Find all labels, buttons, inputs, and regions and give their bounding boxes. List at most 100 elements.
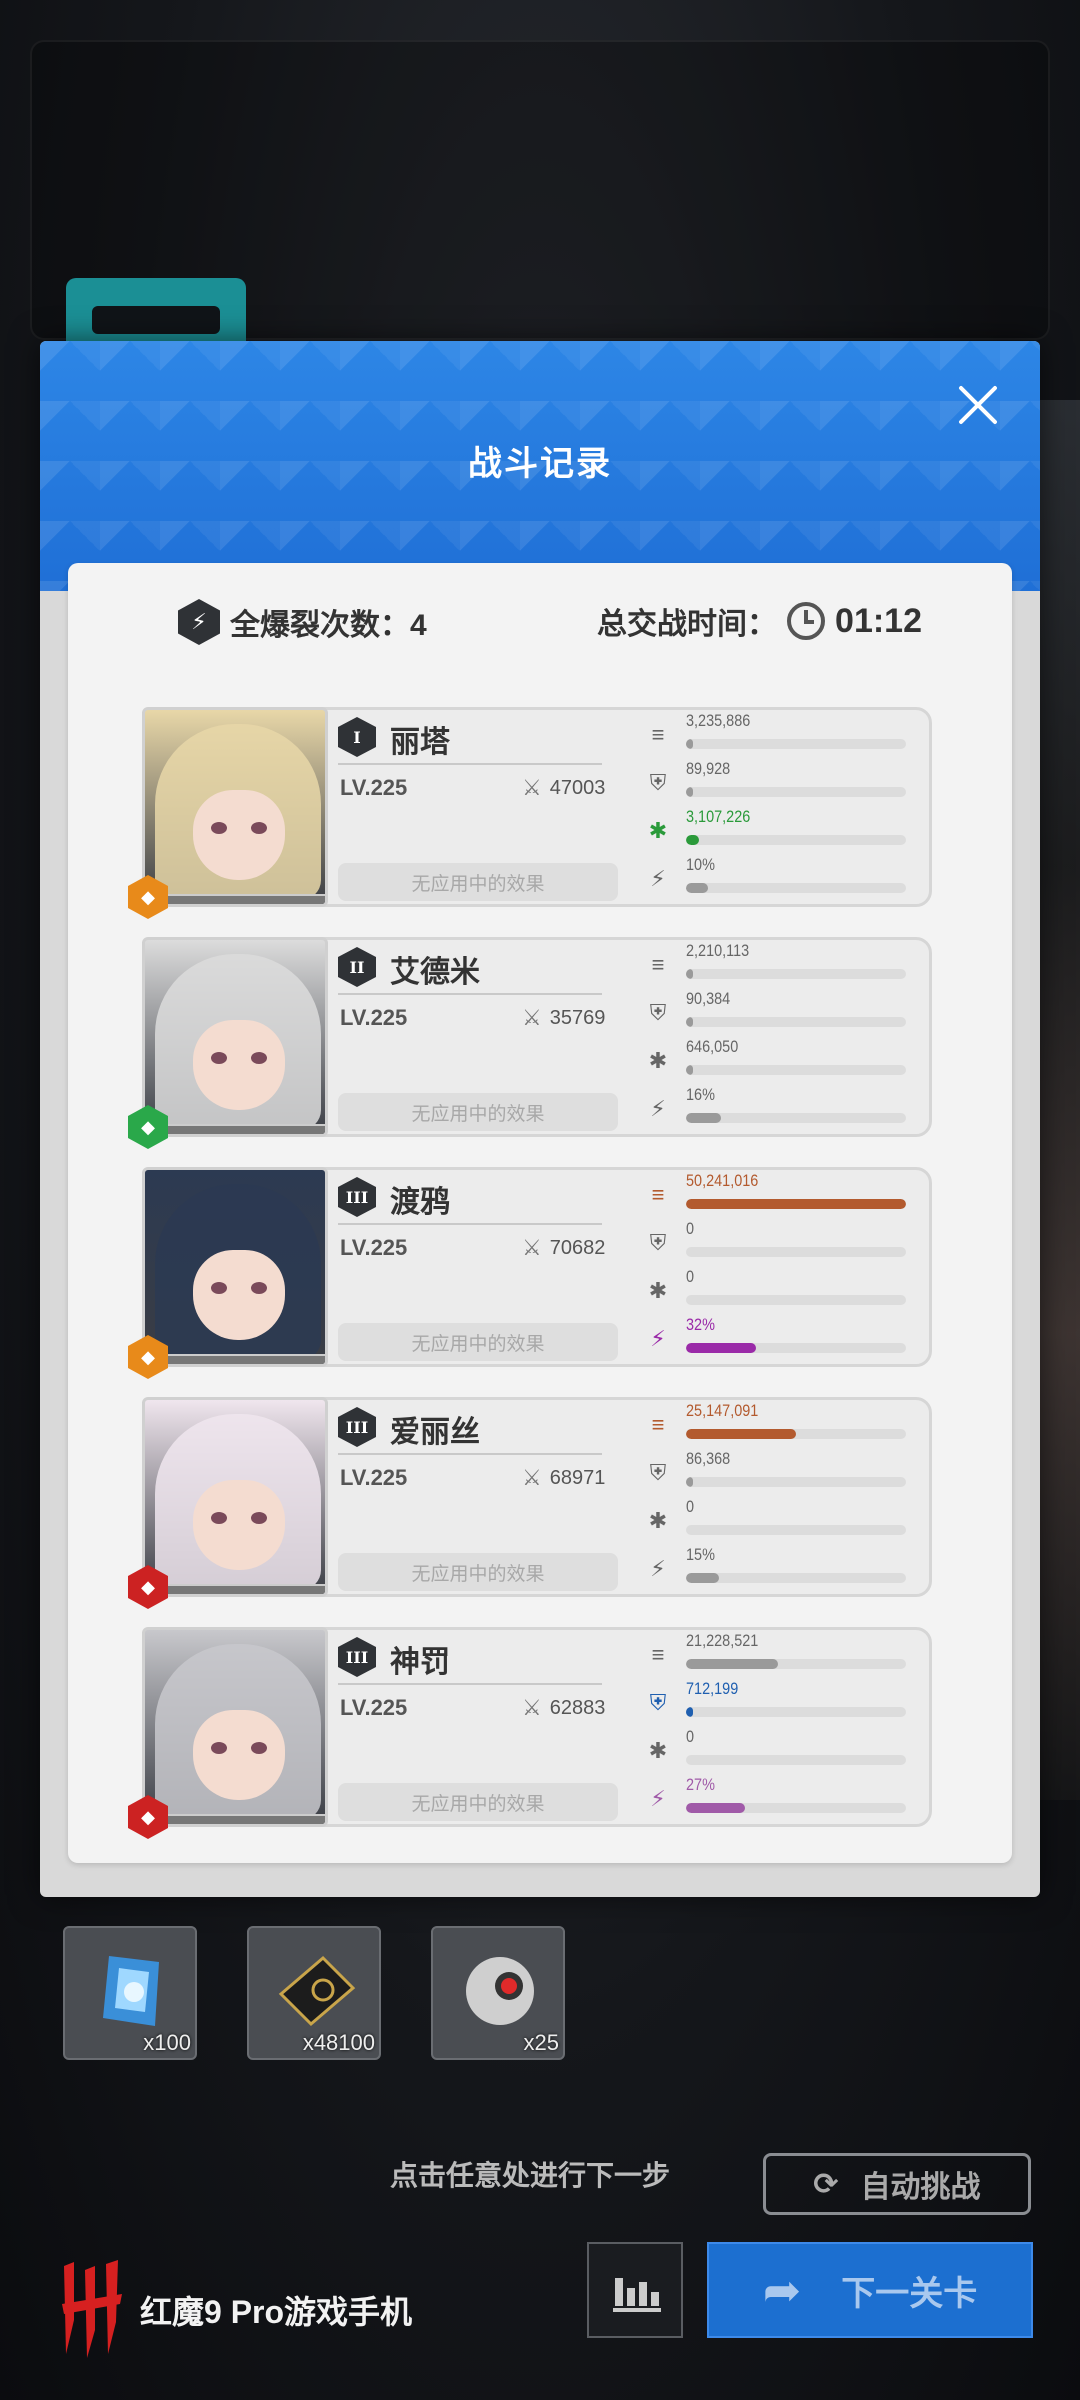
burst-gauge-icon: ⚡ <box>650 1786 666 1811</box>
stat-heal-bar <box>686 1065 906 1075</box>
damage-icon: ≡ <box>651 722 665 747</box>
character-portrait <box>142 1627 328 1827</box>
character-card[interactable]: ◆ III 神罚 LV.225 ⚔ 62883 无应用中的效果 ≡ 21,228… <box>128 1627 932 1839</box>
heal-icon: ✱ <box>648 1508 668 1533</box>
stat-damage: ≡ 3,235,886 <box>642 711 912 757</box>
stat-damage-value: 2,210,113 <box>686 941 750 960</box>
stat-shield: ⛨ 0 <box>642 1219 912 1265</box>
damage-icon: ≡ <box>651 1182 665 1207</box>
stat-heal: ✱ 3,107,226 <box>642 807 912 853</box>
stat-burst-value: 32% <box>686 1315 715 1334</box>
health-bar <box>165 1354 325 1364</box>
effects-status: 无应用中的效果 <box>338 1783 618 1821</box>
reward-item[interactable]: x100 <box>63 1926 197 2060</box>
character-card[interactable]: ◆ II 艾德米 LV.225 ⚔ 35769 无应用中的效果 ≡ 2,210,… <box>128 937 932 1149</box>
combat-power: ⚔ 68971 <box>522 1465 605 1491</box>
stat-heal-bar <box>686 1295 906 1305</box>
shield-icon: ⛨ <box>649 1690 667 1715</box>
close-button[interactable] <box>948 375 1008 435</box>
stat-damage-value: 50,241,016 <box>686 1171 759 1190</box>
device-watermark: 红魔9 Pro游戏手机 <box>60 2260 412 2360</box>
damage-icon: ≡ <box>651 952 665 977</box>
summary-row: ⚡ 全爆裂次数：4 总交战时间： 01:12 <box>68 599 1012 651</box>
character-name: 丽塔 <box>390 726 450 759</box>
heal-icon: ✱ <box>648 1048 668 1073</box>
character-portrait <box>142 707 328 907</box>
character-card[interactable]: ◆ I 丽塔 LV.225 ⚔ 47003 无应用中的效果 ≡ 3,235,88… <box>128 707 932 919</box>
burst-gauge-icon: ⚡ <box>650 1556 666 1581</box>
effects-status: 无应用中的效果 <box>338 863 618 901</box>
auto-challenge-button[interactable]: ⟳ 自动挑战 <box>763 2153 1031 2215</box>
dialog-title: 战斗记录 <box>468 445 612 483</box>
stat-burst-bar <box>686 883 906 893</box>
stat-burst: ⚡ 10% <box>642 855 912 901</box>
stat-heal-value: 0 <box>686 1727 695 1746</box>
next-stage-button[interactable]: ➦ 下一关卡 <box>707 2242 1033 2338</box>
forward-arrow-icon: ➦ <box>762 2264 802 2316</box>
red-magic-logo <box>62 2260 122 2358</box>
battle-time-value: 01:12 <box>835 601 922 640</box>
continue-hint: 点击任意处进行下一步 <box>390 2160 671 2191</box>
stat-damage-value: 21,228,521 <box>686 1631 759 1650</box>
stat-shield-bar <box>686 787 906 797</box>
crossed-swords-icon: ⚔ <box>522 1005 542 1030</box>
character-card[interactable]: ◆ III 渡鸦 LV.225 ⚔ 70682 无应用中的效果 ≡ 50,241… <box>128 1167 932 1379</box>
character-name: 神罚 <box>390 1646 450 1679</box>
health-bar <box>165 1124 325 1134</box>
crystal-icon <box>103 1956 159 2026</box>
character-level: LV.225 <box>340 1465 408 1490</box>
reward-item[interactable]: x48100 <box>247 1926 381 2060</box>
stat-heal: ✱ 0 <box>642 1727 912 1773</box>
shield-icon: ⛨ <box>649 1000 667 1025</box>
stat-shield-value: 89,928 <box>686 759 731 778</box>
combat-power-value: 35769 <box>549 1006 606 1029</box>
stat-shield: ⛨ 90,384 <box>642 989 912 1035</box>
bar-chart-icon <box>613 2278 661 2312</box>
statistics-button[interactable] <box>587 2242 683 2338</box>
health-bar <box>165 894 325 904</box>
combat-power: ⚔ 47003 <box>522 775 605 801</box>
stat-heal: ✱ 0 <box>642 1497 912 1543</box>
lightning-icon: ⚡ <box>178 599 220 645</box>
damage-icon: ≡ <box>651 1412 665 1437</box>
character-portrait <box>142 1397 328 1597</box>
health-bar <box>165 1814 325 1824</box>
character-level: LV.225 <box>340 1005 408 1030</box>
heal-icon: ✱ <box>648 818 668 843</box>
shield-icon: ⛨ <box>649 1460 667 1485</box>
stat-burst-bar <box>686 1573 906 1583</box>
stat-burst-value: 10% <box>686 855 715 874</box>
stat-heal: ✱ 646,050 <box>642 1037 912 1083</box>
stat-heal-bar <box>686 835 906 845</box>
stat-burst-bar <box>686 1343 906 1353</box>
shield-icon: ⛨ <box>649 1230 667 1255</box>
reward-quantity: x25 <box>523 2030 559 2055</box>
stat-shield-value: 90,384 <box>686 989 731 1008</box>
stat-damage-bar <box>686 1659 906 1669</box>
battle-record-dialog: 战斗记录 ⚡ 全爆裂次数：4 总交战时间： 01:12 ◆ I 丽塔 LV.22… <box>40 341 1040 1897</box>
burst-gauge-icon: ⚡ <box>650 1326 666 1351</box>
crossed-swords-icon: ⚔ <box>522 775 542 800</box>
character-name: 渡鸦 <box>390 1186 450 1219</box>
record-panel: ⚡ 全爆裂次数：4 总交战时间： 01:12 ◆ I 丽塔 LV.225 ⚔ 4… <box>68 563 1012 1863</box>
combat-power-value: 70682 <box>549 1236 606 1259</box>
stat-damage-bar <box>686 1429 906 1439</box>
credit-card-icon <box>278 1955 356 2027</box>
character-level: LV.225 <box>340 775 408 800</box>
damage-icon: ≡ <box>651 1642 665 1667</box>
stat-shield-bar <box>686 1017 906 1027</box>
character-card[interactable]: ◆ III 爱丽丝 LV.225 ⚔ 68971 无应用中的效果 ≡ 25,14… <box>128 1397 932 1609</box>
stat-burst: ⚡ 15% <box>642 1545 912 1591</box>
dialog-header: 战斗记录 <box>40 341 1040 591</box>
stat-damage-bar <box>686 739 906 749</box>
health-bar <box>165 1584 325 1594</box>
stat-burst-value: 16% <box>686 1085 715 1104</box>
stat-heal-value: 646,050 <box>686 1037 739 1056</box>
combat-power: ⚔ 35769 <box>522 1005 605 1031</box>
stat-heal-bar <box>686 1755 906 1765</box>
effects-status: 无应用中的效果 <box>338 1323 618 1361</box>
reward-quantity: x48100 <box>302 2030 375 2055</box>
reward-item[interactable]: x25 <box>431 1926 565 2060</box>
stat-shield-bar <box>686 1707 906 1717</box>
stat-burst-bar <box>686 1113 906 1123</box>
